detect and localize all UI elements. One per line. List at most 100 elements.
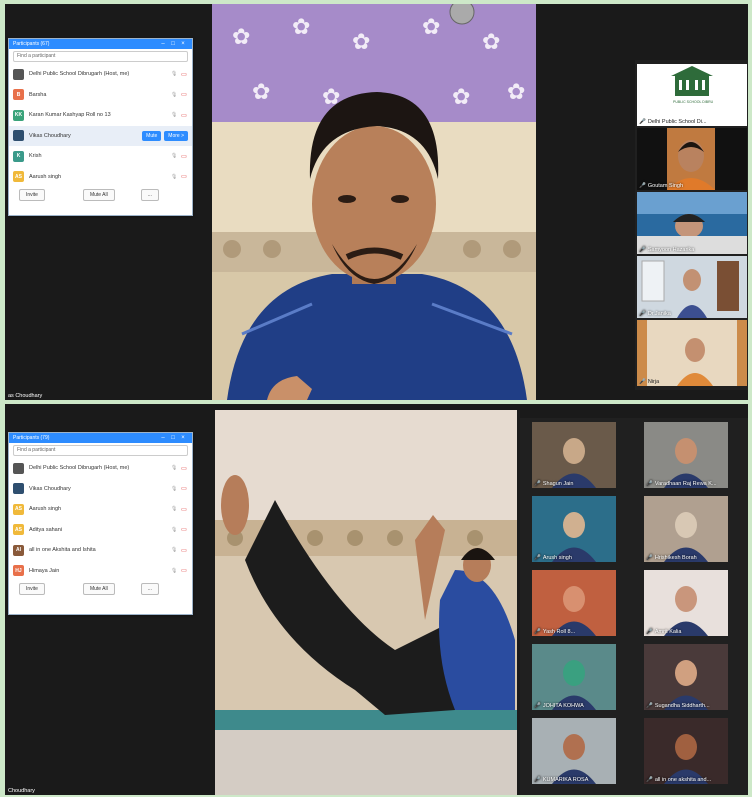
svg-text:✿: ✿: [232, 24, 250, 49]
video-camera-icon: ▭: [181, 547, 187, 554]
muted-microphone-icon: 🎤: [534, 703, 541, 709]
main-speaker-video[interactable]: ✿✿✿ ✿✿✿ ✿✿✿ as Choudhary: [212, 4, 536, 400]
gallery-tile[interactable]: 🎤 Shagun Jain: [532, 422, 616, 488]
gallery-tile[interactable]: 🎤 Arush singh: [532, 496, 616, 562]
gallery-tile[interactable]: 🎤 Yash Roll 8...: [532, 570, 616, 636]
more-options-button[interactable]: ...: [140, 189, 159, 201]
participant-name: Delhi Public School Dibrugarh (Host, me): [29, 71, 130, 78]
video-camera-icon: ▭: [181, 92, 187, 99]
tile-name: all in one akshita and...: [654, 777, 712, 783]
maximize-icon[interactable]: □: [168, 435, 178, 441]
microphone-icon: 🎙: [171, 112, 178, 119]
maximize-icon[interactable]: □: [168, 41, 178, 47]
participant-row[interactable]: Delhi Public School Dibrugarh (Host, me)…: [9, 64, 192, 85]
gallery-tile[interactable]: 🎤 Nirja: [637, 320, 747, 386]
video-camera-icon: ▭: [181, 527, 187, 534]
avatar: [13, 483, 24, 495]
muted-microphone-icon: 🎤: [646, 703, 653, 709]
panel-footer: Invite Mute All ...: [9, 581, 192, 597]
more-options-button[interactable]: ...: [140, 583, 159, 595]
speaker-image: ✿ ✿✿ ✿✿✿ ✿ ✿ ✿: [212, 4, 536, 400]
participants-title: Participants (67): [13, 41, 50, 47]
participant-video: [552, 512, 596, 562]
participants-titlebar: Participants (79) – □ ×: [9, 433, 192, 443]
more-participant-button[interactable]: More >: [164, 130, 188, 141]
avatar: [13, 130, 24, 142]
mute-all-button[interactable]: Mute All: [82, 583, 115, 595]
school-logo: [671, 66, 713, 96]
invite-button[interactable]: Invite: [19, 189, 45, 201]
gallery-tile[interactable]: 🎤 all in one akshita and...: [644, 718, 728, 784]
participant-search-input[interactable]: Find a participant: [13, 445, 188, 456]
minimize-icon[interactable]: –: [158, 41, 168, 47]
speaker-image: [215, 410, 517, 795]
participant-row[interactable]: KK Karan Kumar Kashyap Roll no 13 🎙 ▭: [9, 105, 192, 126]
participant-name: Aditya sahani: [29, 526, 63, 533]
participant-row[interactable]: AS Aarush singh 🎙 ▭: [9, 499, 192, 520]
gallery-tile[interactable]: 🎤 Hrishikesh Borah: [644, 496, 728, 562]
participant-row[interactable]: Vikas Choudhary Mute More >: [9, 125, 192, 146]
gallery-tile[interactable]: 🎤 JOHITA KOHWA: [532, 644, 616, 710]
gallery-tile[interactable]: 🎤 Amrit Kalia: [644, 570, 728, 636]
participant-video: [552, 660, 596, 710]
tile-name: Arush singh: [542, 555, 572, 561]
participant-list: Delhi Public School Dibrugarh (Host, me)…: [9, 458, 192, 581]
participant-video: [667, 128, 715, 190]
participant-row[interactable]: Delhi Public School Dibrugarh (Host, me)…: [9, 458, 192, 479]
microphone-icon: 🎙: [171, 485, 178, 492]
participant-row[interactable]: AS Aarush singh 🎙 ▭: [9, 167, 192, 188]
participant-video: [647, 320, 737, 386]
gallery-grid: 🎤 Shagun Jain 🎤 Varadhaan Raj Rewa K... 🎤 Aru…: [520, 418, 748, 795]
muted-microphone-icon: 🎤: [646, 555, 653, 561]
microphone-icon: 🎙: [171, 91, 178, 98]
tile-name: Shagun Jain: [542, 481, 574, 487]
participants-panel: Participants (67) – □ × Find a participa…: [8, 38, 193, 216]
participant-row[interactable]: B Barsha 🎙 ▭: [9, 85, 192, 106]
muted-microphone-icon: 🎤: [534, 777, 541, 783]
tile-name: Yash Roll 8...: [542, 629, 576, 635]
svg-text:✿: ✿: [352, 29, 370, 54]
mute-all-button[interactable]: Mute All: [82, 189, 115, 201]
gallery-tile[interactable]: 🎤 Samyoon Hazarika: [637, 192, 747, 254]
video-camera-icon: ▭: [181, 568, 187, 575]
avatar: KK: [13, 109, 24, 121]
participant-row[interactable]: AI all in one Akshita and Ishita 🎙 ▭: [9, 540, 192, 561]
mute-participant-button[interactable]: Mute: [142, 130, 162, 141]
muted-microphone-icon: 🎤: [646, 481, 653, 487]
main-speaker-video[interactable]: [215, 410, 517, 795]
svg-text:✿: ✿: [292, 14, 310, 39]
microphone-icon: 🎙: [171, 526, 178, 533]
tile-name: KUMARIKA ROSA: [542, 777, 589, 783]
video-camera-icon: ▭: [181, 153, 187, 160]
participant-video: [641, 260, 739, 318]
school-logo-text: PUBLIC SCHOOL DIBRU: [673, 100, 714, 104]
participants-titlebar: Participants (67) – □ ×: [9, 39, 192, 49]
participant-row[interactable]: HJ Himaya Jain 🎙 ▭: [9, 561, 192, 582]
close-icon[interactable]: ×: [178, 41, 188, 47]
participant-name: Delhi Public School Dibrugarh (Host, me): [29, 465, 130, 472]
close-icon[interactable]: ×: [178, 435, 188, 441]
gallery-tile[interactable]: PUBLIC SCHOOL DIBRU 🎤 Delhi Public School…: [637, 64, 747, 126]
gallery-tile[interactable]: 🎤 Goutam Singh: [637, 128, 747, 190]
gallery-tile[interactable]: 🎤 Sugandha Siddharth...: [644, 644, 728, 710]
participant-video: [552, 438, 596, 488]
tile-name: Dr.Janika: [647, 311, 671, 317]
invite-button[interactable]: Invite: [19, 583, 45, 595]
gallery-tile[interactable]: 🎤 Dr.Janika: [637, 256, 747, 318]
participant-search-input[interactable]: Find a participant: [13, 51, 188, 62]
muted-microphone-icon: 🎤: [534, 555, 541, 561]
video-camera-icon: ▭: [181, 486, 187, 493]
tile-name: Nirja: [647, 379, 660, 385]
avatar: AI: [13, 544, 24, 556]
tile-name: Delhi Public School Di...: [647, 119, 707, 125]
gallery-tile[interactable]: 🎤 Varadhaan Raj Rewa K...: [644, 422, 728, 488]
participant-row[interactable]: AS Aditya sahani 🎙 ▭: [9, 520, 192, 541]
participant-row[interactable]: K Krish 🎙 ▭: [9, 146, 192, 167]
participant-name: Himaya Jain: [29, 567, 60, 574]
tile-name: JOHITA KOHWA: [542, 703, 584, 709]
minimize-icon[interactable]: –: [158, 435, 168, 441]
participant-row[interactable]: Vikas Choudhary 🎙 ▭: [9, 479, 192, 500]
participant-video: [664, 660, 708, 710]
gallery-tile[interactable]: 🎤 KUMARIKA ROSA: [532, 718, 616, 784]
participant-name: Aarush singh: [29, 173, 62, 180]
